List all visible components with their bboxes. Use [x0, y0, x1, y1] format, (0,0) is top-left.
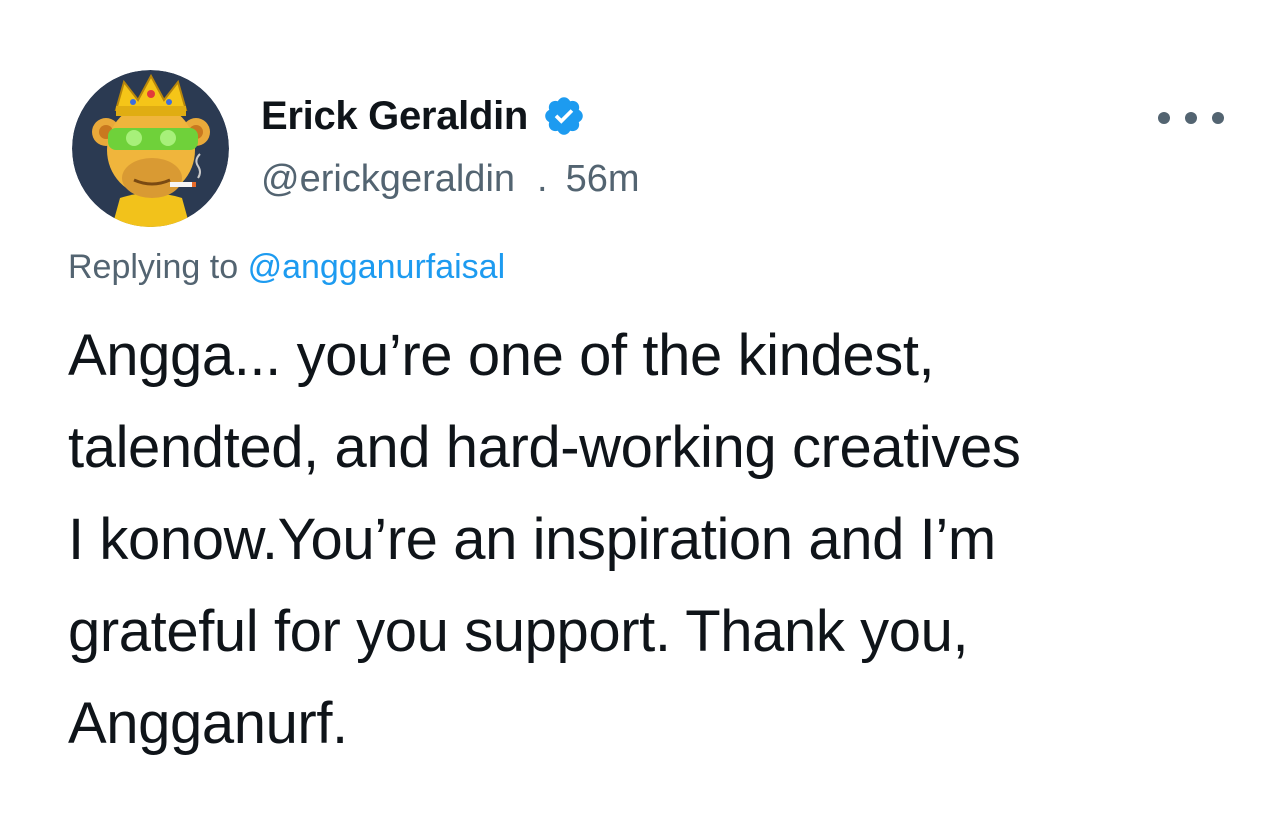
tweet-card: Erick Geraldin @erickgeraldin . 56m Repl…: [0, 0, 1284, 818]
reply-target-link[interactable]: @angganurfaisal: [248, 248, 506, 286]
tweet-text: Angga... you’re one of the kindest, tale…: [68, 323, 1021, 756]
more-horizontal-icon: [1158, 112, 1170, 124]
replying-to: Replying to @angganurfaisal: [68, 248, 505, 287]
more-horizontal-icon: [1185, 112, 1197, 124]
verified-badge-icon: [542, 94, 586, 138]
author-handle[interactable]: @erickgeraldin: [261, 158, 515, 201]
more-options-button[interactable]: [1158, 100, 1224, 136]
avatar[interactable]: [72, 70, 229, 227]
more-horizontal-icon: [1212, 112, 1224, 124]
crowned-ape-avatar-icon: [72, 70, 229, 227]
author-name-row: Erick Geraldin: [261, 90, 586, 142]
replying-to-label: Replying to: [68, 248, 239, 286]
display-name[interactable]: Erick Geraldin: [261, 94, 528, 139]
author-meta-row: @erickgeraldin . 56m: [261, 154, 640, 204]
tweet-timestamp[interactable]: 56m: [566, 158, 640, 201]
meta-separator: .: [537, 157, 548, 200]
